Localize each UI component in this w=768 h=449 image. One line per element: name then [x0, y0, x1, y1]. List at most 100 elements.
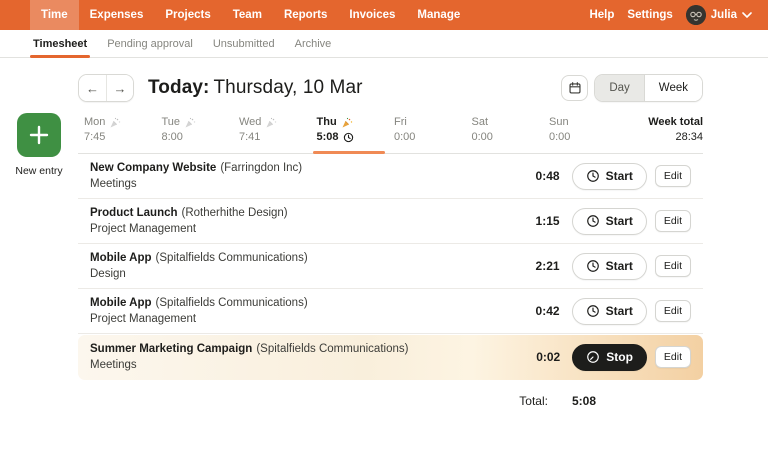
entry-task: Meetings [90, 177, 512, 191]
entry-client: (Spitalfields Communications) [256, 343, 408, 355]
settings-link[interactable]: Settings [627, 9, 672, 21]
day-week-toggle: Day Week [594, 74, 703, 102]
entry-time: 2:21 [512, 259, 560, 273]
start-timer-button[interactable]: Start [572, 208, 647, 235]
day-total: 7:41 [239, 131, 311, 144]
entry-project: Mobile App [90, 252, 152, 264]
day-cell-sun[interactable]: Sun 0:00 [543, 116, 621, 144]
start-timer-button[interactable]: Start [572, 253, 647, 280]
timesheet-row: Mobile App(Spitalfields Communications) … [78, 244, 703, 289]
clock-icon [586, 304, 600, 318]
tab-archive[interactable]: Archive [295, 30, 332, 57]
stop-timer-button[interactable]: Stop [572, 344, 647, 371]
day-name: Sat [472, 116, 489, 129]
nav-item-reports[interactable]: Reports [273, 0, 338, 30]
day-total: 7:45 [84, 131, 156, 144]
start-label: Start [606, 304, 633, 318]
entry-time: 0:48 [512, 169, 560, 183]
nav-item-expenses[interactable]: Expenses [79, 0, 155, 30]
nav-item-team[interactable]: Team [222, 0, 273, 30]
edit-entry-button[interactable]: Edit [655, 255, 691, 277]
day-cell-wed[interactable]: Wed 7:41 [233, 116, 311, 144]
entry-client: (Spitalfields Communications) [156, 297, 308, 309]
title-date: Thursday, 10 Mar [213, 77, 362, 98]
celebration-icon [265, 117, 277, 129]
view-week-button[interactable]: Week [644, 75, 702, 101]
day-name: Sun [549, 116, 569, 129]
entry-task: Design [90, 267, 512, 281]
timesheet-row-running: Summer Marketing Campaign (Spitalfields C… [78, 335, 703, 380]
entry-time: 1:15 [512, 214, 560, 228]
day-total: 5:08 [317, 131, 389, 144]
day-name: Fri [394, 116, 407, 129]
edit-entry-button[interactable]: Edit [655, 210, 691, 232]
entry-project: Summer Marketing Campaign [90, 343, 252, 355]
entry-client: (Spitalfields Communications) [156, 252, 308, 264]
timesheet-row: Mobile App(Spitalfields Communications) … [78, 289, 703, 334]
help-link[interactable]: Help [589, 9, 614, 21]
nav-item-manage[interactable]: Manage [406, 0, 471, 30]
user-menu[interactable]: Julia [686, 5, 752, 25]
entry-info: Summer Marketing Campaign (Spitalfields C… [90, 342, 512, 372]
user-name: Julia [711, 9, 737, 21]
tab-timesheet[interactable]: Timesheet [33, 30, 87, 57]
entry-info: Mobile App(Spitalfields Communications) … [90, 296, 512, 326]
running-timer-icon [343, 132, 354, 143]
avatar [686, 5, 706, 25]
day-name: Tue [162, 116, 181, 129]
entry-time: 0:02 [512, 350, 560, 364]
clock-icon [586, 259, 600, 273]
day-cell-thu-selected[interactable]: Thu 5:08 [311, 116, 389, 144]
edit-entry-button[interactable]: Edit [655, 346, 691, 368]
stop-label: Stop [606, 350, 633, 364]
previous-day-button[interactable]: ← [79, 75, 106, 101]
new-entry-column: New entry [0, 112, 78, 408]
section-tab-bar: Timesheet Pending approval Unsubmitted A… [0, 30, 768, 58]
stopwatch-icon [586, 350, 600, 364]
celebration-icon [109, 117, 121, 129]
day-name: Mon [84, 116, 105, 129]
tab-pending-approval[interactable]: Pending approval [107, 30, 193, 57]
nav-item-projects[interactable]: Projects [154, 0, 221, 30]
view-day-button[interactable]: Day [595, 75, 643, 101]
next-day-button[interactable]: → [106, 75, 133, 101]
day-cell-tue[interactable]: Tue 8:00 [156, 116, 234, 144]
top-navigation-bar: Time Expenses Projects Team Reports Invo… [0, 0, 768, 30]
page-title: Today:Thursday, 10 Mar [148, 77, 363, 99]
start-timer-button[interactable]: Start [572, 163, 647, 190]
total-value: 5:08 [572, 394, 596, 408]
timesheet-content: New entry Mon 7:45 Tue 8:00 Wed 7:41 [0, 112, 768, 408]
topbar-right-group: Help Settings Julia [589, 0, 768, 30]
edit-entry-button[interactable]: Edit [655, 165, 691, 187]
nav-item-time[interactable]: Time [30, 0, 79, 30]
entry-info: New Company Website(Farringdon Inc) Meet… [90, 161, 512, 191]
page-header: ← → Today:Thursday, 10 Mar Day Week [78, 74, 703, 102]
edit-entry-button[interactable]: Edit [655, 300, 691, 322]
day-cell-mon[interactable]: Mon 7:45 [78, 116, 156, 144]
entry-info: Product Launch(Rotherhithe Design) Proje… [90, 206, 512, 236]
week-total-value: 28:34 [648, 131, 703, 144]
title-prefix: Today: [148, 77, 209, 98]
new-entry-button[interactable] [17, 113, 61, 157]
day-cell-sat[interactable]: Sat 0:00 [466, 116, 544, 144]
week-total: Week total 28:34 [648, 116, 703, 144]
entry-info: Mobile App(Spitalfields Communications) … [90, 251, 512, 281]
timesheet-row: New Company Website(Farringdon Inc) Meet… [78, 154, 703, 199]
week-header: Mon 7:45 Tue 8:00 Wed 7:41 Thu [78, 112, 703, 154]
day-total: 8:00 [162, 131, 234, 144]
entry-client: (Farringdon Inc) [220, 162, 302, 174]
tab-unsubmitted[interactable]: Unsubmitted [213, 30, 275, 57]
plus-icon [28, 124, 50, 146]
calendar-picker-button[interactable] [561, 75, 588, 101]
nav-item-invoices[interactable]: Invoices [338, 0, 406, 30]
entry-project: Product Launch [90, 207, 178, 219]
day-total: 0:00 [394, 131, 466, 144]
entry-project: Mobile App [90, 297, 152, 309]
celebration-icon [184, 117, 196, 129]
start-timer-button[interactable]: Start [572, 298, 647, 325]
day-name: Wed [239, 116, 261, 129]
chevron-down-icon [742, 12, 752, 19]
start-label: Start [606, 169, 633, 183]
calendar-icon [568, 81, 582, 95]
day-cell-fri[interactable]: Fri 0:00 [388, 116, 466, 144]
